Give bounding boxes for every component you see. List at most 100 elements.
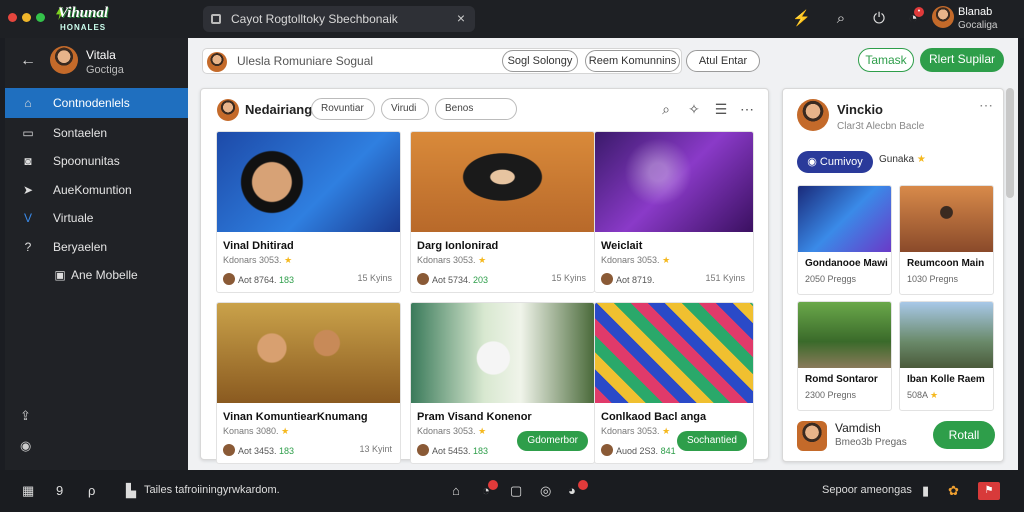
avatar: [932, 6, 954, 28]
address-bar[interactable]: Cayot Rogtolltoky Sbechbonaik ×: [203, 6, 475, 32]
filter-button[interactable]: Reem Komunnins: [585, 50, 680, 72]
card-image: [217, 132, 400, 232]
sidebar-item-3[interactable]: ➤ AueKomuntion: [5, 175, 188, 205]
mini-card[interactable]: Gondanooe Mawi 2050 Preggs: [797, 185, 892, 295]
card-image: [900, 186, 993, 252]
avatar: [207, 52, 227, 72]
sidebar-item-4[interactable]: V Virtuale: [5, 203, 188, 233]
mini-card-subtitle: 1030 Pregns: [907, 274, 959, 284]
feed-chip[interactable]: Benos: [435, 98, 517, 120]
home-icon[interactable]: ⌂: [452, 483, 460, 498]
window-icon[interactable]: ▢: [510, 483, 522, 499]
mini-card[interactable]: Romd Sontaror 2300 Pregns: [797, 301, 892, 411]
apps-icon[interactable]: ✿: [948, 483, 959, 499]
card-image: [411, 303, 594, 403]
puzzle-icon[interactable]: ✧: [685, 100, 703, 118]
card-title: Weiclait: [601, 240, 643, 252]
secondary-action-button[interactable]: Tamask: [858, 48, 914, 72]
profile-subtitle: Clar3t Alecbn Bacle: [837, 121, 925, 132]
app-window: Vihunal HONALES Cayot Rogtolltoky Sbechb…: [0, 0, 1024, 512]
sidebar-user-name: Vitala: [86, 48, 116, 62]
filter-button[interactable]: Sogl Solongy: [502, 50, 578, 72]
more-icon[interactable]: ⋯: [979, 97, 993, 114]
lightning-icon[interactable]: ⚡: [792, 10, 811, 28]
avatar: [417, 273, 429, 285]
avatar: [223, 444, 235, 456]
sidebar-item-label: Spoonunitas: [53, 154, 120, 168]
content-card[interactable]: Darg Ionlonirad Kdonars 3053. ★ Aot 5734…: [410, 131, 595, 293]
card-right-meta: 15 Kyins: [357, 273, 392, 283]
card-title: Darg Ionlonirad: [417, 240, 499, 252]
minimize-window-button[interactable]: [22, 13, 31, 22]
sidebar-item-0[interactable]: ⌂ Contnodenlels: [5, 88, 188, 118]
message-icon[interactable]: ◕: [568, 483, 576, 498]
footer-subtitle: Bmeo3b Pregas: [835, 437, 907, 448]
card-action-button[interactable]: Sochantied: [676, 431, 747, 451]
chat-bubble-icon: ◙: [24, 154, 32, 168]
filter-button[interactable]: Atul Entar: [686, 50, 760, 72]
card-subtitle: Kdonars 3053. ★: [223, 255, 293, 265]
follow-button[interactable]: ◉ Cumivoy: [797, 151, 873, 173]
scrollbar[interactable]: [1006, 88, 1014, 198]
card-image: [595, 303, 753, 403]
logo-subtext: HONALES: [60, 23, 107, 32]
clear-address-button[interactable]: ×: [457, 10, 465, 26]
sidebar-item-1[interactable]: ▭ Sontaelen: [5, 118, 188, 148]
volume-icon[interactable]: ▮: [922, 483, 929, 499]
sidebar: ← Vitala Goctiga ⌂ Contnodenlels ▭ Sonta…: [5, 38, 188, 470]
search-icon[interactable]: ⌕: [657, 100, 675, 118]
card-right-meta: 15 Kyins: [551, 273, 586, 283]
power-icon[interactable]: ⏻: [870, 10, 888, 28]
key-icon[interactable]: ρ: [88, 483, 95, 498]
content-card[interactable]: Conlkaod Bacl anga Kdonars 3053. ★ Auod …: [594, 302, 754, 464]
content-card[interactable]: Pram Visand Konenor Kdonars 3053. ★ Aot …: [410, 302, 595, 464]
card-action-button[interactable]: Gdomerbor: [517, 431, 588, 451]
feed-chip[interactable]: Rovuntiar: [311, 98, 375, 120]
content-card[interactable]: Vinal Dhitirad Kdonars 3053. ★ Aot 8764.…: [216, 131, 401, 293]
top-user-subtitle: Gocaliga: [958, 20, 998, 31]
nine-icon[interactable]: 9: [56, 483, 63, 498]
content-card[interactable]: Weiclait Kdonars 3053. ★ Aot 8719. 151 K…: [594, 131, 754, 293]
main-content: Ulesla Romuniare Sogual × Sogl Solongy R…: [188, 38, 1018, 470]
avatar: [797, 99, 829, 131]
app-logo[interactable]: Vihunal HONALES: [56, 4, 134, 34]
list-icon[interactable]: ☰: [712, 100, 730, 118]
upload-icon[interactable]: ⇪: [20, 408, 31, 424]
maximize-window-button[interactable]: [36, 13, 45, 22]
notification-badge: •: [914, 7, 924, 17]
flag-icon[interactable]: ⚑: [978, 482, 1000, 500]
taskbar-status-text: Sepoor ameongas: [822, 484, 912, 496]
card-meta: Aot 5734. 203: [417, 273, 488, 285]
mini-card-title: Iban Kolle Raem: [907, 374, 985, 385]
primary-action-button[interactable]: Rlert Supilar: [920, 48, 1004, 72]
card-title: Vinal Dhitirad: [223, 240, 294, 252]
card-title: Pram Visand Konenor: [417, 411, 532, 423]
footer-action-button[interactable]: Rotall: [933, 421, 995, 449]
avatar: [601, 273, 613, 285]
user-icon[interactable]: ▙: [126, 483, 136, 499]
more-icon[interactable]: ⋯: [738, 100, 756, 118]
sidebar-item-6[interactable]: ▣ Ane Mobelle: [5, 260, 188, 290]
content-card[interactable]: Vinan KomuntiearKnumang Konans 3080. ★ A…: [216, 302, 401, 464]
star-icon: ★: [281, 426, 290, 436]
avatar: [50, 46, 78, 74]
arrow-left-icon[interactable]: ←: [20, 52, 36, 70]
sidebar-item-label: Ane Mobelle: [71, 268, 138, 282]
star-icon: ★: [478, 255, 487, 265]
grid-icon[interactable]: ▦: [22, 483, 34, 499]
sidebar-item-2[interactable]: ◙ Spoonunitas: [5, 146, 188, 176]
mini-card[interactable]: Iban Kolle Raem 508A ★: [899, 301, 994, 411]
search-icon[interactable]: ⌕: [832, 10, 850, 28]
sidebar-item-label: Virtuale: [53, 211, 94, 225]
taskbar-search-text[interactable]: Tailes tafroiiningyrwkardom.: [144, 484, 280, 496]
close-window-button[interactable]: [8, 13, 17, 22]
notification-badge: [578, 480, 588, 490]
sidebar-item-5[interactable]: ? Beryaelen: [5, 232, 188, 262]
mini-card[interactable]: Reumcoon Main 1030 Pregns: [899, 185, 994, 295]
clock-icon[interactable]: ◎: [540, 483, 551, 499]
feed-chip[interactable]: Virudi: [381, 98, 429, 120]
star-icon: ★: [662, 426, 671, 436]
device-icon: ▣: [54, 268, 66, 282]
browser-top-bar: Vihunal HONALES Cayot Rogtolltoky Sbechb…: [0, 0, 1024, 38]
settings-icon[interactable]: ◉: [20, 438, 31, 454]
